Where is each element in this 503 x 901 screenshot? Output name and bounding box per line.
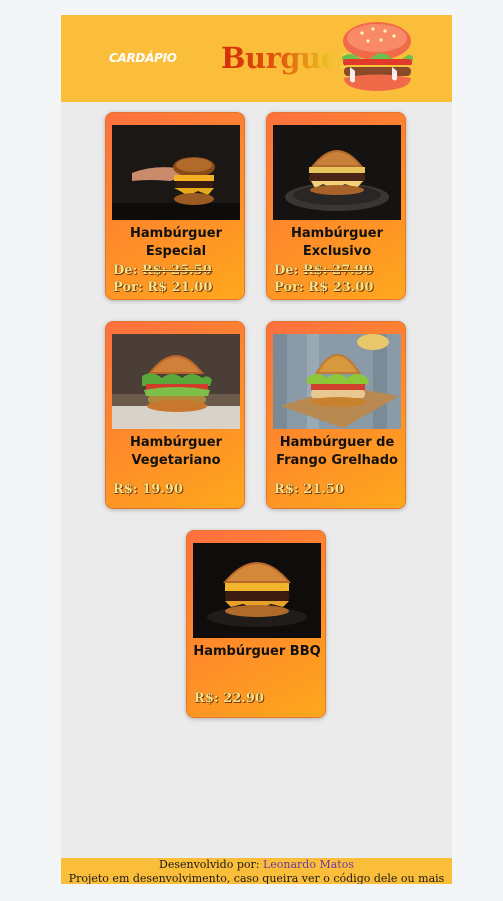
site-header: CARDÁPIO Burguer: [61, 15, 452, 102]
product-name: Hambúrguer Exclusivo: [291, 226, 383, 259]
current-price: R$: 22.90: [194, 691, 264, 706]
product-card-exclusivo[interactable]: Hambúrguer Exclusivo De: R$: 27.90 Por: …: [266, 112, 406, 300]
product-name: Hambúrguer Especial: [130, 226, 222, 259]
product-card-bbq[interactable]: Hambúrguer BBQ R$: 22.90: [186, 530, 326, 718]
price-prefix: Por:: [113, 280, 148, 295]
current-price: Por: R$ 21.00: [113, 280, 212, 295]
burger-photo: [273, 125, 401, 220]
product-card-frango[interactable]: Hambúrguer de Frango Grelhado R$: 21.50: [266, 321, 406, 509]
old-price-value: R$: 27.90: [302, 263, 373, 278]
current-price: Por: R$ 23.00: [274, 280, 373, 295]
burger-photo: [112, 334, 240, 429]
burger-photo: [193, 543, 321, 638]
price-value: R$ 21.00: [147, 280, 213, 295]
menu-link[interactable]: CARDÁPIO: [109, 51, 177, 65]
current-price: R$: 19.90: [113, 482, 183, 497]
product-card-vegetariano[interactable]: Hambúrguer Vegetariano R$: 19.90: [105, 321, 245, 509]
current-price: R$: 21.50: [274, 482, 344, 497]
old-price-prefix: De:: [274, 263, 303, 278]
burger-logo-icon: [342, 22, 413, 91]
brand-title: Burguer: [221, 41, 354, 75]
footer-developed-by: Desenvolvido por:: [159, 858, 263, 871]
footer-note: Projeto em desenvolvimento, caso queira …: [68, 872, 445, 884]
product-name: Hambúrguer BBQ: [193, 644, 321, 659]
burger-photo: [273, 334, 401, 429]
burger-photo: [112, 125, 240, 220]
old-price-value: R$: 25.50: [141, 263, 212, 278]
site-footer: Desenvolvido por: Leonardo Matos Projeto…: [61, 858, 452, 884]
product-card-especial[interactable]: Hambúrguer Especial De: R$: 25.50 Por: R…: [105, 112, 245, 300]
old-price: De: R$: 27.90: [274, 263, 373, 278]
page: CARDÁPIO Burguer Hambúrguer Especial De:…: [61, 15, 452, 884]
old-price-prefix: De:: [113, 263, 142, 278]
price-prefix: Por:: [274, 280, 309, 295]
footer-credit: Desenvolvido por: Leonardo Matos: [61, 858, 452, 872]
product-name: Hambúrguer Vegetariano: [130, 435, 222, 468]
product-name: Hambúrguer de Frango Grelhado: [276, 435, 398, 468]
old-price: De: R$: 25.50: [113, 263, 212, 278]
price-value: R$ 23.00: [308, 280, 374, 295]
author-link[interactable]: Leonardo Matos: [263, 858, 354, 871]
